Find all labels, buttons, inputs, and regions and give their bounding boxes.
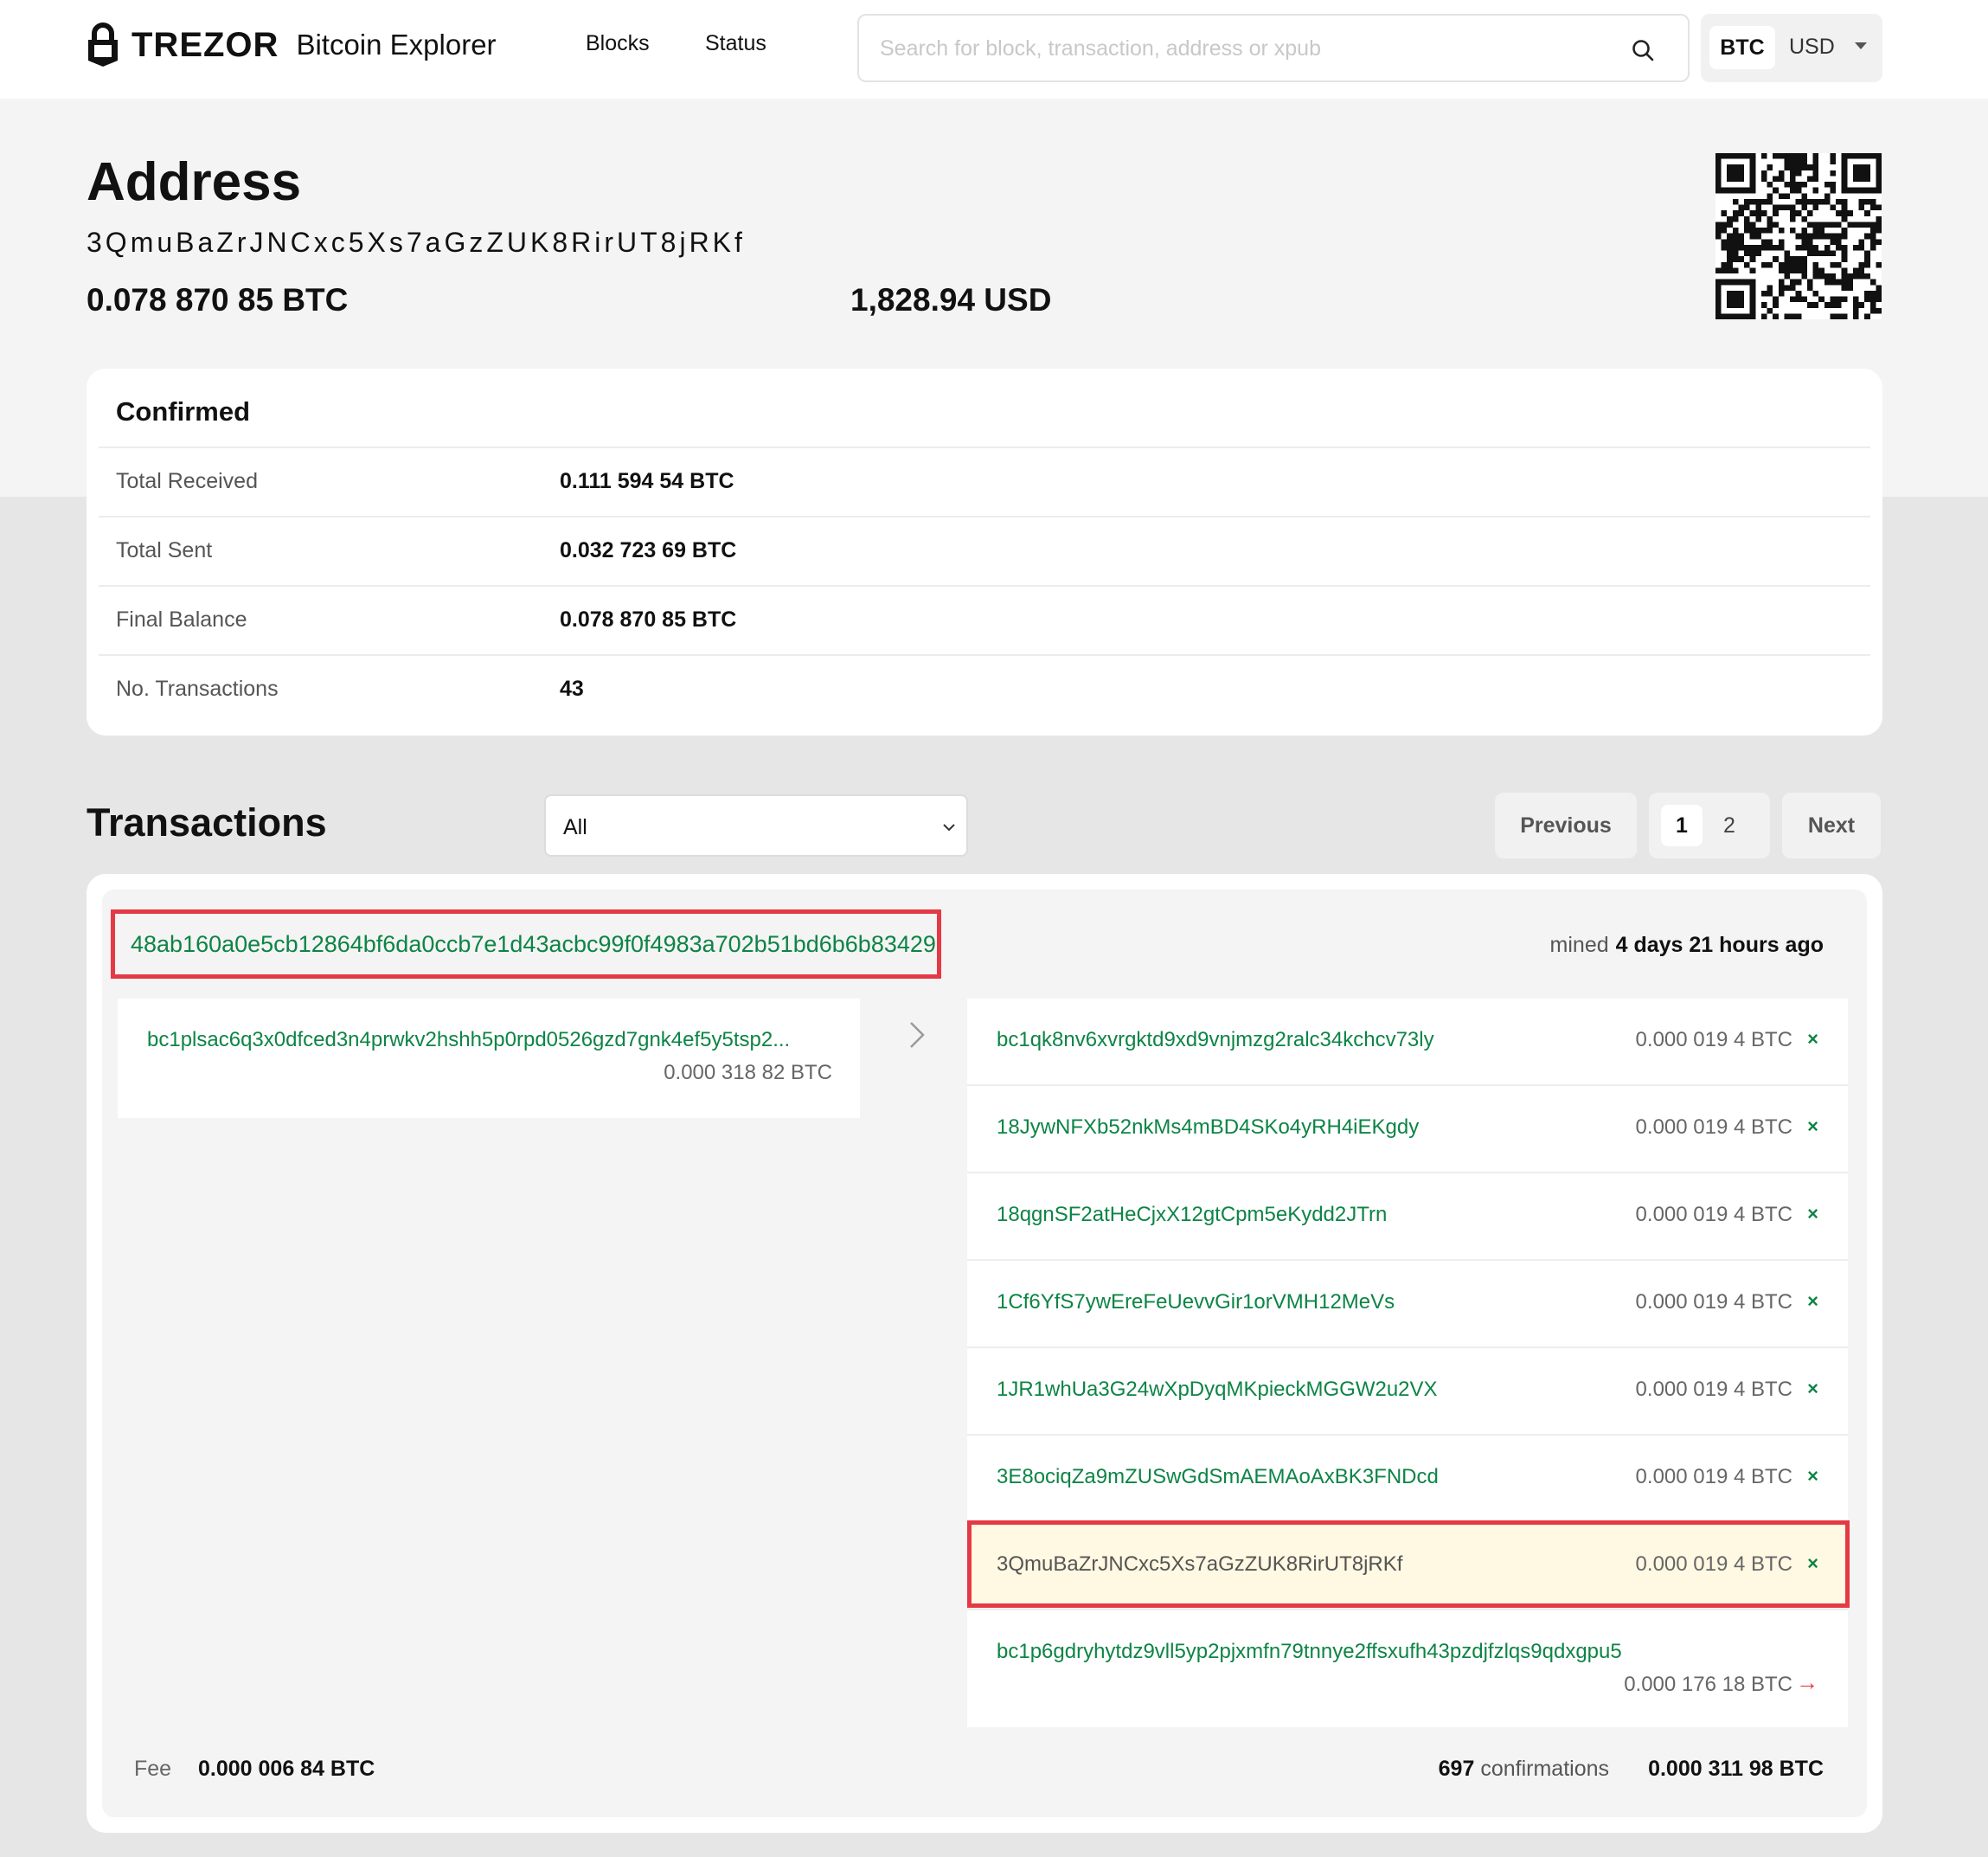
stats-row: Total Sent 0.032 723 69 BTC	[99, 516, 1870, 585]
stats-row: Final Balance 0.078 870 85 BTC	[99, 585, 1870, 654]
output-address-link[interactable]: 18qgnSF2atHeCjxX12gtCpm5eKydd2JTrn	[997, 1203, 1387, 1227]
stats-label: Total Received	[116, 469, 258, 493]
app-name: Bitcoin Explorer	[296, 29, 497, 61]
mined-ago: 4 days 21 hours ago	[1615, 933, 1824, 957]
currency-btc[interactable]: BTC	[1709, 26, 1775, 69]
qr-code	[1715, 153, 1882, 319]
spent-arrow-icon[interactable]: →	[1796, 1669, 1818, 1696]
currency-usd[interactable]: USD	[1789, 35, 1835, 60]
output-address-link[interactable]: bc1p6gdryhytdz9vll5yp2pjxmfn79tnnye2ffsx…	[997, 1640, 1622, 1664]
output-amount: 0.000 019 4 BTC	[1635, 1290, 1792, 1314]
confirmed-card: Confirmed Total Received 0.111 594 54 BT…	[87, 369, 1882, 736]
transaction-hash-link[interactable]: 48ab160a0e5cb12864bf6da0ccb7e1d43acbc99f…	[111, 909, 941, 979]
stats-label: No. Transactions	[116, 677, 279, 701]
search-box	[857, 14, 1690, 82]
page-1-button[interactable]: 1	[1661, 805, 1703, 846]
mined-time: mined 4 days 21 hours ago	[1550, 933, 1824, 958]
stats-label: Final Balance	[116, 607, 247, 632]
output-item: bc1qk8nv6xvrgktd9xd9vnjmzg2ralc34kchcv73…	[967, 999, 1848, 1086]
caret-down-icon[interactable]	[1855, 42, 1867, 49]
output-amount: 0.000 019 4 BTC	[1635, 1465, 1792, 1488]
confirmations-count: 697	[1438, 1757, 1475, 1781]
stats-value: 43	[560, 677, 584, 701]
input-amount: 0.000 318 82 BTC	[664, 1061, 832, 1084]
transactions-title: Transactions	[87, 800, 327, 845]
unspent-x-icon: ×	[1807, 1378, 1818, 1399]
filter-value: All	[563, 815, 587, 839]
output-address-link[interactable]: 1JR1whUa3G24wXpDyqMKpieckMGGW2u2VX	[997, 1378, 1438, 1402]
confirmations: 697 confirmations	[1439, 1757, 1609, 1782]
top-navbar: TREZOR Bitcoin Explorer Blocks Status BT…	[0, 0, 1988, 99]
mined-label: mined	[1549, 933, 1609, 957]
output-amount: 0.000 019 4 BTC	[1635, 1115, 1792, 1139]
stats-row: Total Received 0.111 594 54 BTC	[99, 447, 1870, 516]
unspent-x-icon: ×	[1807, 1115, 1818, 1137]
transaction-card: 48ab160a0e5cb12864bf6da0ccb7e1d43acbc99f…	[87, 874, 1882, 1833]
transaction-body: 48ab160a0e5cb12864bf6da0ccb7e1d43acbc99f…	[102, 890, 1867, 1817]
stats-value: 0.111 594 54 BTC	[560, 469, 734, 493]
output-address-link[interactable]: bc1qk8nv6xvrgktd9xd9vnjmzg2ralc34kchcv73…	[997, 1028, 1434, 1052]
balance-usd: 1,828.94 USD	[850, 282, 1052, 318]
address-hash: 3QmuBaZrJNCxc5Xs7aGzZUK8RirUT8jRKf	[87, 227, 746, 258]
stats-value: 0.078 870 85 BTC	[560, 607, 737, 632]
transaction-total: 0.000 311 98 BTC	[1648, 1757, 1824, 1781]
currency-switch[interactable]: BTC USD	[1701, 14, 1882, 82]
output-item: 18qgnSF2atHeCjxX12gtCpm5eKydd2JTrn 0.000…	[967, 1173, 1848, 1261]
unspent-x-icon: ×	[1807, 1203, 1818, 1224]
page-2-button[interactable]: 2	[1723, 813, 1735, 839]
output-address-link[interactable]: 3E8ociqZa9mZUSwGdSmAEMAoAxBK3FNDcd	[997, 1465, 1439, 1489]
search-input[interactable]	[880, 31, 1606, 66]
nav-blocks[interactable]: Blocks	[586, 31, 650, 56]
confirmed-title: Confirmed	[116, 396, 250, 427]
outputs-list: bc1qk8nv6xvrgktd9xd9vnjmzg2ralc34kchcv73…	[967, 999, 1848, 1727]
output-item: 3E8ociqZa9mZUSwGdSmAEMAoAxBK3FNDcd 0.000…	[967, 1436, 1848, 1523]
stats-row: No. Transactions 43	[99, 654, 1870, 723]
output-amount: 0.000 019 4 BTC	[1635, 1203, 1792, 1226]
highlight-box	[967, 1520, 1850, 1608]
fee-label: Fee	[134, 1757, 172, 1781]
search-icon[interactable]	[1631, 38, 1655, 62]
output-amount: 0.000 176 18 BTC	[1624, 1673, 1792, 1696]
lock-icon	[88, 22, 118, 67]
output-amount: 0.000 019 4 BTC	[1635, 1378, 1792, 1401]
previous-button[interactable]: Previous	[1495, 793, 1637, 858]
brand-name: TREZOR	[131, 25, 279, 64]
output-amount: 0.000 019 4 BTC	[1635, 1028, 1792, 1051]
transaction-filter-select[interactable]: All	[544, 794, 968, 857]
balance-btc: 0.078 870 85 BTC	[87, 282, 349, 318]
page-title: Address	[87, 152, 302, 212]
page-numbers: 1 2	[1649, 793, 1770, 858]
output-item: bc1p6gdryhytdz9vll5yp2pjxmfn79tnnye2ffsx…	[967, 1610, 1848, 1727]
stats-value: 0.032 723 69 BTC	[560, 538, 737, 562]
input-item: bc1plsac6q3x0dfced3n4prwkv2hshh5p0rpd052…	[118, 999, 860, 1118]
chevron-down-icon[interactable]	[940, 819, 958, 836]
output-item: 1Cf6YfS7ywEreFeUevvGir1orVMH12MeVs 0.000…	[967, 1261, 1848, 1348]
unspent-x-icon: ×	[1807, 1290, 1818, 1312]
confirmations-label: confirmations	[1480, 1757, 1609, 1781]
chevron-right-icon	[910, 1022, 925, 1048]
input-address-link[interactable]: bc1plsac6q3x0dfced3n4prwkv2hshh5p0rpd052…	[147, 1028, 790, 1052]
fee-value: 0.000 006 84 BTC	[198, 1757, 375, 1781]
nav-status[interactable]: Status	[705, 31, 766, 56]
output-item: 18JywNFXb52nkMs4mBD4SKo4yRH4iEKgdy 0.000…	[967, 1086, 1848, 1173]
next-button[interactable]: Next	[1782, 793, 1881, 858]
output-item: 1JR1whUa3G24wXpDyqMKpieckMGGW2u2VX 0.000…	[967, 1348, 1848, 1436]
stats-label: Total Sent	[116, 538, 213, 562]
unspent-x-icon: ×	[1807, 1465, 1818, 1487]
output-address-link[interactable]: 1Cf6YfS7ywEreFeUevvGir1orVMH12MeVs	[997, 1290, 1395, 1314]
trezor-logo[interactable]: TREZOR Bitcoin Explorer	[87, 19, 497, 71]
unspent-x-icon: ×	[1807, 1028, 1818, 1050]
output-address-link[interactable]: 18JywNFXb52nkMs4mBD4SKo4yRH4iEKgdy	[997, 1115, 1419, 1140]
